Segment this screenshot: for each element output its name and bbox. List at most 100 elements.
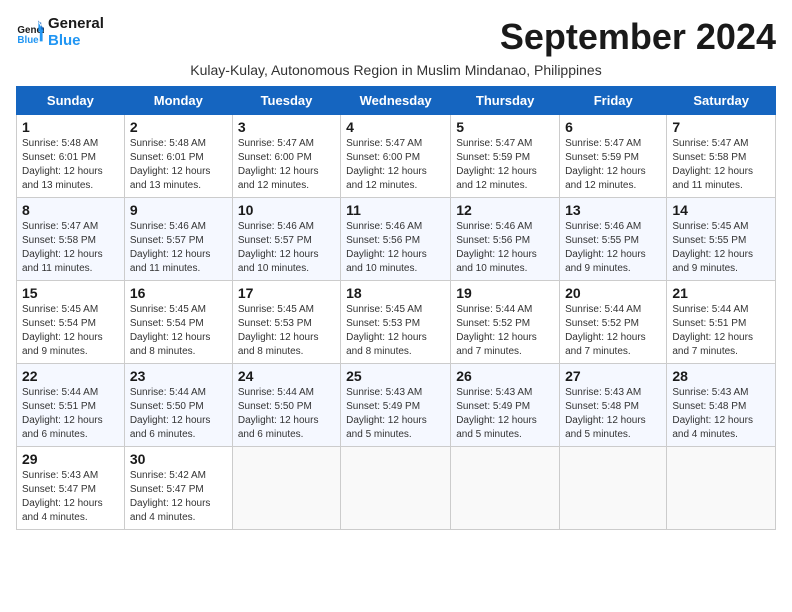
calendar-cell: 6 Sunrise: 5:47 AM Sunset: 5:59 PM Dayli… — [560, 115, 667, 198]
dow-header-thursday: Thursday — [451, 87, 560, 115]
day-detail: Sunrise: 5:44 AM Sunset: 5:51 PM Dayligh… — [22, 386, 119, 442]
calendar-cell: 19 Sunrise: 5:44 AM Sunset: 5:52 PM Dayl… — [451, 281, 560, 364]
day-detail: Sunrise: 5:43 AM Sunset: 5:49 PM Dayligh… — [346, 386, 445, 442]
day-detail: Sunrise: 5:48 AM Sunset: 6:01 PM Dayligh… — [130, 137, 227, 193]
day-number: 5 — [456, 119, 554, 135]
day-number: 21 — [672, 285, 770, 301]
subtitle: Kulay-Kulay, Autonomous Region in Muslim… — [16, 62, 776, 78]
logo: General Blue General Blue — [16, 16, 104, 49]
day-detail: Sunrise: 5:48 AM Sunset: 6:01 PM Dayligh… — [22, 137, 119, 193]
day-detail: Sunrise: 5:44 AM Sunset: 5:50 PM Dayligh… — [238, 386, 335, 442]
day-number: 9 — [130, 202, 227, 218]
calendar-cell: 29 Sunrise: 5:43 AM Sunset: 5:47 PM Dayl… — [17, 447, 125, 530]
calendar-cell: 2 Sunrise: 5:48 AM Sunset: 6:01 PM Dayli… — [124, 115, 232, 198]
calendar-cell: 25 Sunrise: 5:43 AM Sunset: 5:49 PM Dayl… — [341, 364, 451, 447]
day-detail: Sunrise: 5:43 AM Sunset: 5:47 PM Dayligh… — [22, 469, 119, 525]
calendar-cell: 24 Sunrise: 5:44 AM Sunset: 5:50 PM Dayl… — [232, 364, 340, 447]
day-number: 17 — [238, 285, 335, 301]
day-number: 8 — [22, 202, 119, 218]
dow-header-wednesday: Wednesday — [341, 87, 451, 115]
calendar-cell — [451, 447, 560, 530]
day-detail: Sunrise: 5:47 AM Sunset: 5:59 PM Dayligh… — [565, 137, 661, 193]
calendar-cell: 20 Sunrise: 5:44 AM Sunset: 5:52 PM Dayl… — [560, 281, 667, 364]
calendar-cell — [560, 447, 667, 530]
calendar-cell: 14 Sunrise: 5:45 AM Sunset: 5:55 PM Dayl… — [667, 198, 776, 281]
day-number: 14 — [672, 202, 770, 218]
calendar-cell: 11 Sunrise: 5:46 AM Sunset: 5:56 PM Dayl… — [341, 198, 451, 281]
day-number: 22 — [22, 368, 119, 384]
day-detail: Sunrise: 5:46 AM Sunset: 5:55 PM Dayligh… — [565, 220, 661, 276]
calendar-cell: 26 Sunrise: 5:43 AM Sunset: 5:49 PM Dayl… — [451, 364, 560, 447]
day-number: 25 — [346, 368, 445, 384]
calendar-cell: 17 Sunrise: 5:45 AM Sunset: 5:53 PM Dayl… — [232, 281, 340, 364]
day-number: 1 — [22, 119, 119, 135]
day-detail: Sunrise: 5:45 AM Sunset: 5:55 PM Dayligh… — [672, 220, 770, 276]
calendar-cell: 1 Sunrise: 5:48 AM Sunset: 6:01 PM Dayli… — [17, 115, 125, 198]
day-number: 27 — [565, 368, 661, 384]
logo-line2: Blue — [48, 33, 104, 50]
day-number: 4 — [346, 119, 445, 135]
calendar-cell: 9 Sunrise: 5:46 AM Sunset: 5:57 PM Dayli… — [124, 198, 232, 281]
calendar-cell: 23 Sunrise: 5:44 AM Sunset: 5:50 PM Dayl… — [124, 364, 232, 447]
calendar-cell: 21 Sunrise: 5:44 AM Sunset: 5:51 PM Dayl… — [667, 281, 776, 364]
day-detail: Sunrise: 5:44 AM Sunset: 5:51 PM Dayligh… — [672, 303, 770, 359]
calendar-cell: 18 Sunrise: 5:45 AM Sunset: 5:53 PM Dayl… — [341, 281, 451, 364]
day-number: 30 — [130, 451, 227, 467]
day-detail: Sunrise: 5:47 AM Sunset: 5:58 PM Dayligh… — [672, 137, 770, 193]
day-detail: Sunrise: 5:46 AM Sunset: 5:56 PM Dayligh… — [346, 220, 445, 276]
calendar-table: SundayMondayTuesdayWednesdayThursdayFrid… — [16, 86, 776, 530]
calendar-cell: 4 Sunrise: 5:47 AM Sunset: 6:00 PM Dayli… — [341, 115, 451, 198]
calendar-cell: 12 Sunrise: 5:46 AM Sunset: 5:56 PM Dayl… — [451, 198, 560, 281]
day-detail: Sunrise: 5:46 AM Sunset: 5:56 PM Dayligh… — [456, 220, 554, 276]
day-detail: Sunrise: 5:43 AM Sunset: 5:49 PM Dayligh… — [456, 386, 554, 442]
day-detail: Sunrise: 5:44 AM Sunset: 5:52 PM Dayligh… — [456, 303, 554, 359]
svg-text:Blue: Blue — [17, 34, 39, 45]
calendar-cell: 13 Sunrise: 5:46 AM Sunset: 5:55 PM Dayl… — [560, 198, 667, 281]
calendar-cell — [667, 447, 776, 530]
calendar-cell: 27 Sunrise: 5:43 AM Sunset: 5:48 PM Dayl… — [560, 364, 667, 447]
day-detail: Sunrise: 5:45 AM Sunset: 5:54 PM Dayligh… — [130, 303, 227, 359]
dow-header-friday: Friday — [560, 87, 667, 115]
calendar-cell: 22 Sunrise: 5:44 AM Sunset: 5:51 PM Dayl… — [17, 364, 125, 447]
day-detail: Sunrise: 5:47 AM Sunset: 6:00 PM Dayligh… — [346, 137, 445, 193]
calendar-cell: 7 Sunrise: 5:47 AM Sunset: 5:58 PM Dayli… — [667, 115, 776, 198]
day-number: 13 — [565, 202, 661, 218]
dow-header-sunday: Sunday — [17, 87, 125, 115]
day-detail: Sunrise: 5:45 AM Sunset: 5:53 PM Dayligh… — [238, 303, 335, 359]
day-number: 7 — [672, 119, 770, 135]
calendar-cell — [341, 447, 451, 530]
day-detail: Sunrise: 5:47 AM Sunset: 5:58 PM Dayligh… — [22, 220, 119, 276]
day-detail: Sunrise: 5:44 AM Sunset: 5:52 PM Dayligh… — [565, 303, 661, 359]
day-number: 19 — [456, 285, 554, 301]
day-number: 11 — [346, 202, 445, 218]
day-detail: Sunrise: 5:45 AM Sunset: 5:53 PM Dayligh… — [346, 303, 445, 359]
day-number: 3 — [238, 119, 335, 135]
dow-header-monday: Monday — [124, 87, 232, 115]
calendar-cell: 16 Sunrise: 5:45 AM Sunset: 5:54 PM Dayl… — [124, 281, 232, 364]
calendar-cell: 8 Sunrise: 5:47 AM Sunset: 5:58 PM Dayli… — [17, 198, 125, 281]
day-number: 6 — [565, 119, 661, 135]
day-number: 16 — [130, 285, 227, 301]
calendar-cell: 28 Sunrise: 5:43 AM Sunset: 5:48 PM Dayl… — [667, 364, 776, 447]
day-number: 24 — [238, 368, 335, 384]
calendar-cell: 3 Sunrise: 5:47 AM Sunset: 6:00 PM Dayli… — [232, 115, 340, 198]
day-number: 12 — [456, 202, 554, 218]
day-detail: Sunrise: 5:43 AM Sunset: 5:48 PM Dayligh… — [672, 386, 770, 442]
logo-icon: General Blue — [16, 19, 44, 47]
dow-header-tuesday: Tuesday — [232, 87, 340, 115]
day-number: 23 — [130, 368, 227, 384]
day-number: 15 — [22, 285, 119, 301]
calendar-cell: 10 Sunrise: 5:46 AM Sunset: 5:57 PM Dayl… — [232, 198, 340, 281]
day-detail: Sunrise: 5:42 AM Sunset: 5:47 PM Dayligh… — [130, 469, 227, 525]
day-detail: Sunrise: 5:47 AM Sunset: 5:59 PM Dayligh… — [456, 137, 554, 193]
dow-header-saturday: Saturday — [667, 87, 776, 115]
day-detail: Sunrise: 5:46 AM Sunset: 5:57 PM Dayligh… — [238, 220, 335, 276]
calendar-cell: 15 Sunrise: 5:45 AM Sunset: 5:54 PM Dayl… — [17, 281, 125, 364]
day-detail: Sunrise: 5:46 AM Sunset: 5:57 PM Dayligh… — [130, 220, 227, 276]
day-number: 26 — [456, 368, 554, 384]
day-number: 28 — [672, 368, 770, 384]
day-number: 18 — [346, 285, 445, 301]
day-number: 29 — [22, 451, 119, 467]
day-number: 20 — [565, 285, 661, 301]
logo-line1: General — [48, 16, 104, 33]
